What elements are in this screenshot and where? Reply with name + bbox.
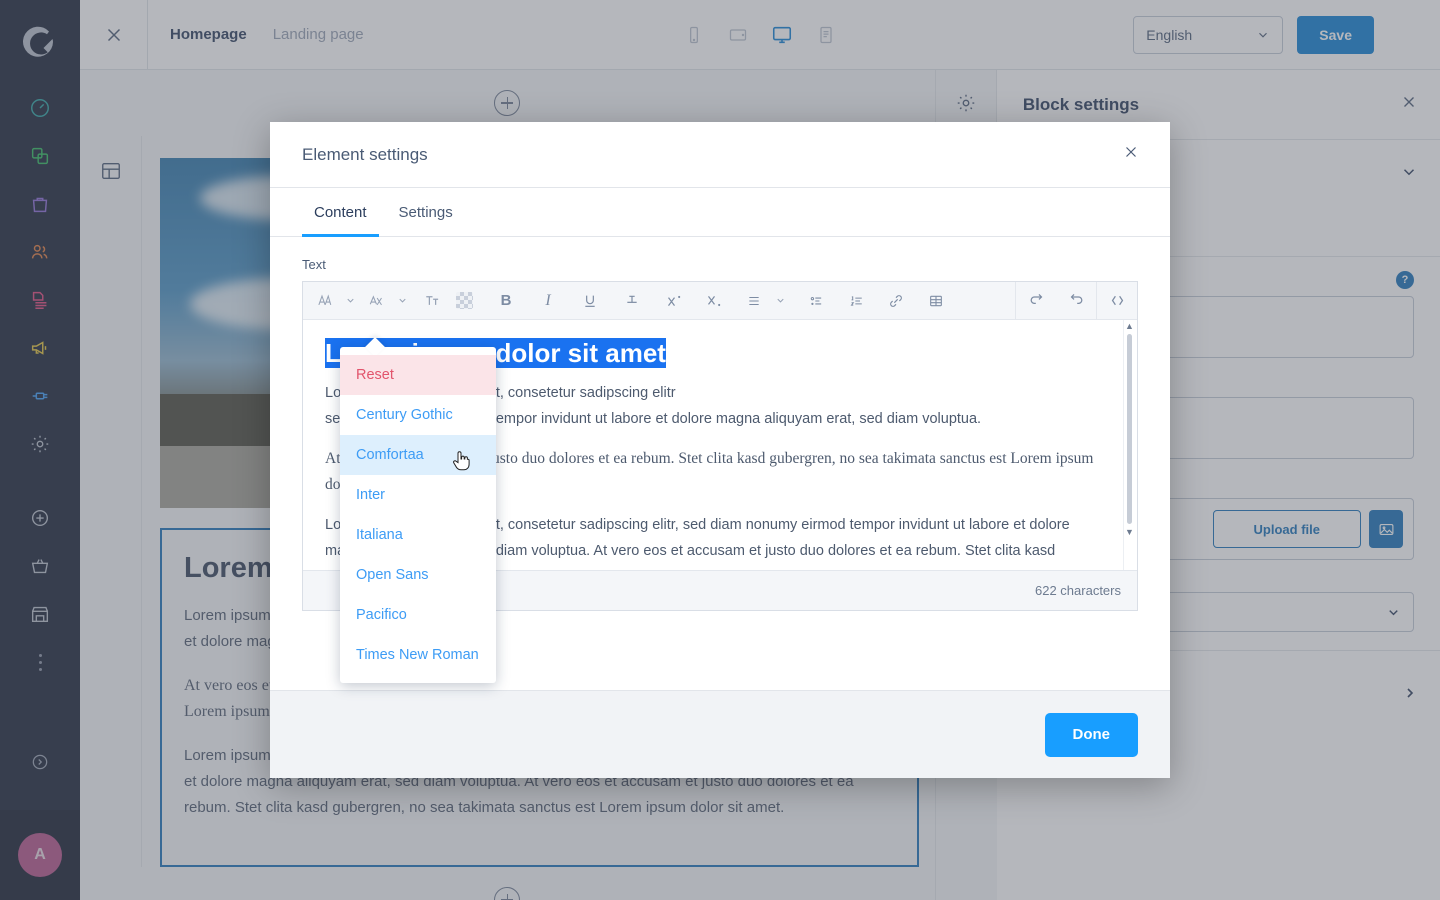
text-field-label: Text: [302, 257, 326, 272]
numbered-list-button[interactable]: [843, 286, 869, 316]
editor-toolbar: B I: [303, 281, 1137, 320]
application-root: A Homepage Landing page English Save Lor…: [0, 0, 1440, 900]
scroll-up-icon[interactable]: ▲: [1125, 320, 1134, 332]
superscript-button[interactable]: [661, 286, 687, 316]
tab-settings[interactable]: Settings: [387, 188, 465, 237]
font-option-century-gothic[interactable]: Century Gothic: [340, 395, 496, 435]
source-code-button[interactable]: [1097, 286, 1137, 316]
scrollbar-thumb[interactable]: [1127, 334, 1132, 524]
undo-button[interactable]: [1016, 286, 1056, 316]
link-button[interactable]: [883, 286, 909, 316]
font-option-pacifico[interactable]: Pacifico: [340, 595, 496, 635]
font-family-caret[interactable]: [337, 286, 363, 316]
close-icon[interactable]: [1122, 143, 1140, 166]
font-option-open-sans[interactable]: Open Sans: [340, 555, 496, 595]
editor-scrollbar[interactable]: ▲ ▼: [1123, 320, 1135, 570]
font-size-caret[interactable]: [389, 286, 415, 316]
font-family-dropdown: Reset Century Gothic Comfortaa Inter Ita…: [340, 337, 496, 683]
align-button[interactable]: [741, 286, 767, 316]
scroll-down-icon[interactable]: ▼: [1125, 526, 1134, 538]
bold-button[interactable]: B: [493, 286, 519, 316]
font-family-button[interactable]: [311, 286, 337, 316]
align-caret[interactable]: [767, 286, 793, 316]
redo-button[interactable]: [1056, 286, 1096, 316]
font-option-label: Comfortaa: [356, 447, 424, 463]
text-color-button[interactable]: [451, 286, 477, 316]
subscript-button[interactable]: [701, 286, 727, 316]
pointing-hand-cursor-icon: [452, 449, 470, 471]
text-format-button[interactable]: [419, 286, 445, 316]
table-button[interactable]: [923, 286, 949, 316]
font-option-times-new-roman[interactable]: Times New Roman: [340, 635, 496, 675]
color-swatch-icon: [455, 292, 473, 309]
font-option-comfortaa[interactable]: Comfortaa: [340, 435, 496, 475]
editor-toolbar-right: [1015, 281, 1137, 320]
tab-content[interactable]: Content: [302, 188, 379, 237]
underline-button[interactable]: [577, 286, 603, 316]
font-size-button[interactable]: [363, 286, 389, 316]
strikethrough-button[interactable]: [619, 286, 645, 316]
font-option-italiana[interactable]: Italiana: [340, 515, 496, 555]
done-button[interactable]: Done: [1044, 712, 1138, 757]
italic-button[interactable]: I: [535, 286, 561, 316]
modal-tabs: Content Settings: [270, 188, 1170, 237]
bullet-list-button[interactable]: [803, 286, 829, 316]
modal-footer: Done: [270, 690, 1170, 778]
font-option-inter[interactable]: Inter: [340, 475, 496, 515]
modal-header: Element settings: [270, 122, 1170, 188]
font-option-reset[interactable]: Reset: [340, 355, 496, 395]
modal-title: Element settings: [302, 144, 428, 164]
